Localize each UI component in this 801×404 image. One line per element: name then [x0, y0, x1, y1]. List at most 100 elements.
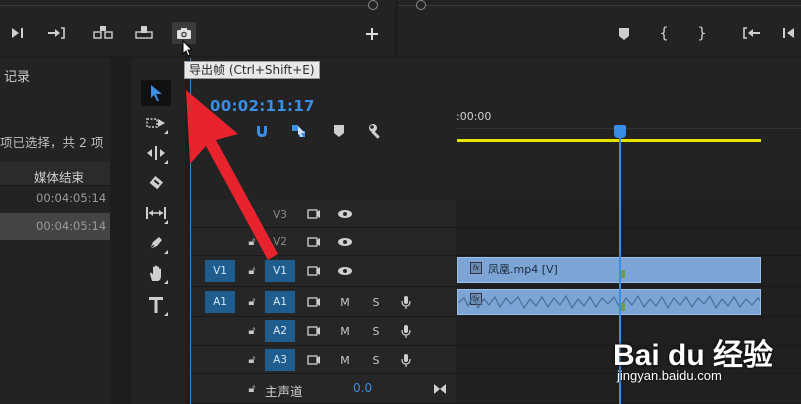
source-scrub-knob[interactable] [368, 0, 378, 10]
type-tool[interactable] [141, 292, 171, 318]
playhead-handle[interactable] [614, 125, 626, 138]
track-lane-a1[interactable]: fx [456, 287, 801, 317]
eye-visibility-icon[interactable] [336, 262, 354, 280]
tool-flyout-indicator [164, 160, 168, 164]
track-target-v1[interactable]: V1 [265, 260, 295, 282]
project-panel: 记录 项已选择，共 2 项 媒体结束 00:04:05:14 00:04:05:… [0, 58, 128, 404]
overwrite-icon[interactable] [133, 22, 155, 42]
step-forward-icon[interactable] [8, 24, 28, 42]
lock-icon[interactable]: 🔓︎ [243, 351, 261, 369]
snap-magnet-icon[interactable] [253, 122, 271, 140]
work-area-bar[interactable] [457, 139, 761, 142]
tools-panel [131, 58, 185, 404]
selection-tool[interactable] [141, 80, 171, 106]
lock-icon[interactable]: 🔓︎ [243, 380, 261, 398]
type-icon [149, 297, 163, 313]
linked-selection-icon[interactable] [290, 122, 308, 140]
column-header-row: 媒体结束 [0, 162, 110, 186]
slip-icon [146, 207, 166, 219]
track-target-a1[interactable]: A1 [265, 291, 295, 313]
eye-visibility-icon[interactable] [336, 233, 354, 251]
source-monitor-controls [0, 0, 395, 56]
eye-visibility-icon[interactable] [336, 205, 354, 223]
add-marker-icon[interactable] [616, 26, 632, 42]
wrench-settings-icon[interactable] [367, 122, 385, 140]
sync-lock-icon[interactable] [305, 322, 323, 340]
pen-tool[interactable] [141, 230, 171, 256]
media-end-value: 00:04:05:14 [36, 219, 107, 233]
tool-flyout-indicator [164, 220, 168, 224]
lock-icon[interactable]: 🔓︎ [243, 262, 261, 280]
ripple-edit-tool[interactable] [141, 140, 171, 166]
lock-icon[interactable]: 🔓︎ [243, 322, 261, 340]
arrow-pointer-icon [151, 85, 162, 101]
track-header-a2: 🔓︎ A2 M S [191, 317, 456, 346]
sync-lock-icon[interactable] [305, 233, 323, 251]
export-frame-tooltip: 导出帧 (Ctrl+Shift+E) [184, 61, 320, 79]
track-header-v1: V1 🔓︎ V1 [191, 256, 456, 287]
solo-button[interactable]: S [367, 322, 385, 340]
track-target-a2[interactable]: A2 [265, 320, 295, 342]
list-item-selected[interactable]: 00:04:05:14 [0, 213, 110, 240]
time-ruler[interactable]: :00:00 [456, 98, 801, 150]
insert-icon[interactable] [92, 22, 114, 42]
slip-tool[interactable] [141, 200, 171, 226]
column-header-media-end[interactable]: 媒体结束 [34, 167, 84, 186]
microphone-icon[interactable] [397, 322, 415, 340]
tool-flyout-indicator [164, 130, 168, 134]
step-back-icon[interactable] [778, 24, 798, 42]
track-lane-v2[interactable] [456, 228, 801, 256]
add-button-icon[interactable] [363, 25, 381, 43]
source-patch-a1[interactable]: A1 [205, 291, 235, 313]
track-lane-v1[interactable]: fx 凤凰.mp4 [V] [456, 256, 801, 287]
program-scrub-track[interactable] [398, 5, 801, 6]
track-label-v3[interactable]: V3 [265, 204, 295, 226]
pen-icon [148, 237, 162, 251]
mute-button[interactable]: M [336, 322, 354, 340]
solo-button[interactable]: S [367, 351, 385, 369]
track-lane-v3[interactable] [456, 201, 801, 228]
go-to-out-icon[interactable] [46, 24, 68, 42]
mute-button[interactable]: M [336, 293, 354, 311]
source-patch-v1[interactable]: V1 [205, 260, 235, 282]
sync-lock-icon[interactable] [305, 205, 323, 223]
razor-icon [149, 175, 164, 190]
track-select-icon [146, 118, 165, 128]
ruler-start-label: :00:00 [456, 110, 492, 123]
watermark-url: jingyan.baidu.com [617, 368, 722, 383]
mute-button[interactable]: M [336, 351, 354, 369]
hand-tool[interactable] [141, 260, 171, 286]
track-label-v2[interactable]: V2 [265, 231, 295, 253]
sync-lock-icon[interactable] [305, 262, 323, 280]
list-item[interactable]: 00:04:05:14 [0, 186, 110, 213]
track-target-a3[interactable]: A3 [265, 349, 295, 371]
add-marker-icon[interactable] [330, 122, 348, 140]
hand-icon [150, 265, 161, 281]
fx-badge[interactable]: fx [470, 262, 482, 274]
solo-button[interactable]: S [367, 293, 385, 311]
playhead-timecode[interactable]: 00:02:11:17 [210, 97, 315, 115]
microphone-icon[interactable] [397, 351, 415, 369]
razor-tool[interactable] [141, 170, 171, 196]
program-monitor-controls: { } [398, 0, 801, 56]
lock-icon[interactable]: 🔓︎ [243, 293, 261, 311]
media-end-value: 00:04:05:14 [36, 191, 107, 205]
mark-in-icon[interactable]: { [656, 24, 672, 42]
master-volume-value[interactable]: 0.0 [353, 381, 372, 395]
program-scrub-knob[interactable] [416, 0, 426, 10]
track-header-a3: 🔓︎ A3 M S [191, 346, 456, 374]
track-select-tool[interactable] [141, 110, 171, 136]
lock-icon[interactable]: 🔓︎ [243, 233, 261, 251]
lock-icon[interactable]: 🔓︎ [243, 205, 261, 223]
sync-lock-icon[interactable] [305, 351, 323, 369]
go-to-in-icon[interactable] [740, 24, 762, 42]
track-header-v2: 🔓︎ V2 [191, 228, 456, 256]
source-scrub-track[interactable] [0, 5, 373, 6]
video-clip[interactable]: fx 凤凰.mp4 [V] [457, 257, 761, 283]
go-to-end-icon[interactable] [431, 380, 449, 398]
tool-flyout-indicator [164, 312, 168, 316]
microphone-icon[interactable] [397, 293, 415, 311]
audio-clip[interactable]: fx [457, 289, 761, 315]
mark-out-icon[interactable]: } [694, 24, 710, 42]
sync-lock-icon[interactable] [305, 293, 323, 311]
